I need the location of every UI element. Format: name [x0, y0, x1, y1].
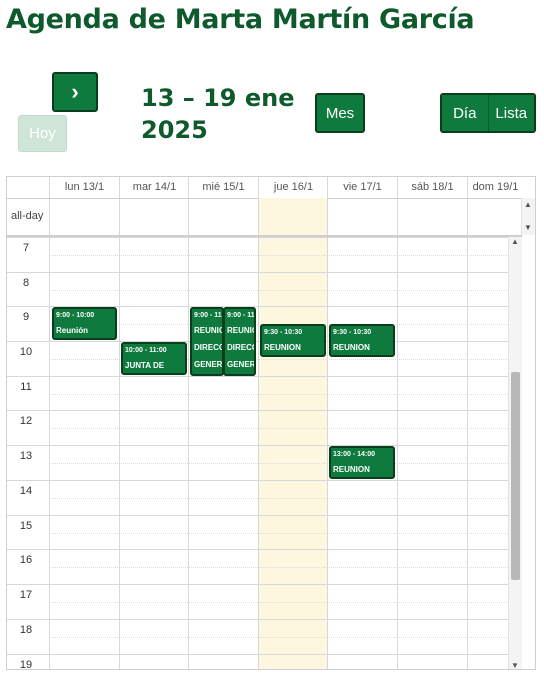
hour-label: 7 — [22, 242, 30, 254]
view-button-group: Día Lista — [440, 93, 536, 133]
event-title-line3: GENERA — [194, 360, 223, 369]
allday-row: all-day — [7, 198, 522, 237]
event-block[interactable]: 9:00 - 10:00 Reunión — [52, 307, 117, 340]
event-block[interactable]: 13:00 - 14:00 REUNION — [329, 446, 395, 479]
column-divider — [49, 237, 50, 669]
day-header[interactable]: lun 13/1 — [49, 177, 119, 198]
page-title: Agenda de Marta Martín García — [6, 4, 475, 35]
allday-scrollbar[interactable]: ▲ ▼ — [521, 198, 535, 235]
hour-label: 17 — [19, 589, 33, 601]
hour-label: 18 — [19, 624, 33, 636]
column-divider — [467, 237, 468, 669]
day-header[interactable]: vie 17/1 — [327, 177, 397, 198]
event-block[interactable]: 9:00 - 11 REUNIO DIRECC GENER — [223, 307, 256, 376]
event-title: Reunión — [56, 326, 88, 335]
hour-row: 11 — [7, 376, 522, 411]
week-calendar: lun 13/1 mar 14/1 mié 15/1 jue 16/1 vie … — [6, 176, 536, 670]
hour-row: 14 — [7, 480, 522, 515]
column-divider — [397, 237, 398, 669]
hour-row: 12 — [7, 410, 522, 445]
event-title: REUNIO — [227, 326, 256, 335]
hour-row: 15 — [7, 515, 522, 550]
time-grid-scrollbar[interactable]: ▲ ▼ — [508, 237, 522, 670]
event-block[interactable]: 10:00 - 11:00 JUNTA DE — [121, 342, 187, 375]
hour-label: 19 — [19, 659, 33, 670]
hour-label: 10 — [19, 346, 33, 358]
hour-label: 12 — [19, 415, 33, 427]
allday-cell[interactable] — [49, 198, 119, 235]
hour-label: 11 — [20, 381, 32, 393]
date-range-title: 13 – 19 ene 2025 — [141, 82, 295, 146]
scrollbar-thumb[interactable] — [511, 372, 520, 580]
allday-label: all-day — [11, 210, 44, 222]
column-divider — [258, 237, 259, 669]
event-block[interactable]: 9:30 - 10:30 REUNION — [329, 324, 395, 357]
hour-label: 9 — [22, 311, 30, 323]
event-time: 13:00 - 14:00 — [333, 451, 376, 458]
day-header[interactable]: mar 14/1 — [119, 177, 189, 198]
event-title: REUNION — [333, 343, 370, 352]
event-title: REUNION — [333, 465, 370, 474]
event-title: REUNION — [264, 343, 301, 352]
hour-label: 13 — [19, 450, 33, 462]
hour-label: 16 — [19, 554, 33, 566]
day-view-button[interactable]: Día — [442, 95, 488, 131]
event-time: 10:00 - 11:00 — [125, 347, 167, 354]
day-header[interactable]: dom 19/1 — [467, 177, 523, 198]
event-time: 9:00 - 11 — [227, 312, 255, 319]
hour-label: 8 — [22, 277, 30, 289]
day-header[interactable]: jue 16/1 — [258, 177, 328, 198]
event-time: 9:30 - 10:30 — [264, 329, 303, 336]
event-title-line3: GENER — [227, 360, 256, 369]
hour-row: 18 — [7, 619, 522, 654]
event-time: 9:00 - 11 — [194, 312, 222, 319]
chevron-right-icon: › — [71, 79, 79, 104]
allday-cell[interactable] — [327, 198, 397, 235]
hour-row: 7 — [7, 237, 522, 272]
allday-cell-today[interactable] — [258, 198, 328, 235]
allday-cell[interactable] — [467, 198, 523, 235]
triangle-up-icon[interactable]: ▲ — [524, 201, 532, 209]
day-header[interactable]: mié 15/1 — [188, 177, 258, 198]
date-range-dates: 13 – 19 ene — [141, 84, 295, 112]
event-title-line2: DIRECC — [227, 343, 256, 352]
day-header[interactable]: sáb 18/1 — [397, 177, 467, 198]
month-view-button[interactable]: Mes — [315, 93, 365, 133]
event-time: 9:00 - 10:00 — [56, 312, 95, 319]
hour-label: 15 — [19, 520, 33, 532]
event-title-line2: DIRECC — [194, 343, 224, 352]
allday-cell[interactable] — [397, 198, 467, 235]
event-block[interactable]: 9:00 - 11 REUNIO DIRECC GENERA — [190, 307, 224, 376]
triangle-down-icon[interactable]: ▼ — [511, 662, 519, 670]
hour-row: 16 — [7, 549, 522, 584]
time-grid: 7 8 9 10 11 12 13 14 15 16 17 18 19 9:00… — [7, 237, 522, 670]
date-range-year: 2025 — [141, 116, 208, 144]
event-block[interactable]: 9:30 - 10:30 REUNION — [260, 324, 326, 357]
triangle-up-icon[interactable]: ▲ — [511, 238, 519, 246]
allday-cell[interactable] — [119, 198, 189, 235]
next-week-button[interactable]: › — [52, 72, 98, 112]
event-title: JUNTA DE — [125, 361, 165, 370]
hour-row: 19 — [7, 654, 522, 670]
column-divider — [327, 237, 328, 669]
column-divider — [188, 237, 189, 669]
event-title: REUNIO — [194, 326, 224, 335]
hour-row: 17 — [7, 584, 522, 619]
allday-cell[interactable] — [188, 198, 258, 235]
list-view-button[interactable]: Lista — [487, 95, 534, 131]
hour-row: 13 — [7, 445, 522, 480]
column-divider — [119, 237, 120, 669]
triangle-down-icon[interactable]: ▼ — [524, 224, 532, 232]
hour-row: 8 — [7, 272, 522, 307]
day-header-row: lun 13/1 mar 14/1 mié 15/1 jue 16/1 vie … — [7, 177, 522, 199]
event-time: 9:30 - 10:30 — [333, 329, 372, 336]
hour-label: 14 — [19, 485, 33, 497]
today-button[interactable]: Hoy — [18, 115, 67, 152]
